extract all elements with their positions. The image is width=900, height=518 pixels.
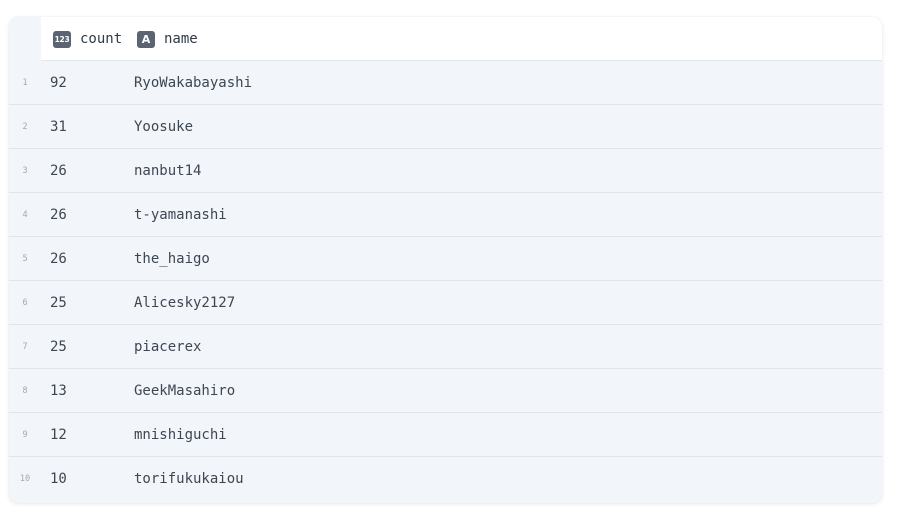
count-cell[interactable]: 92: [50, 61, 67, 105]
row-number: 6: [22, 298, 28, 308]
name-cell[interactable]: Alicesky2127: [134, 281, 235, 325]
row-number: 8: [22, 386, 28, 396]
name-cell[interactable]: GeekMasahiro: [134, 369, 235, 413]
row-number: 7: [22, 342, 28, 352]
text-type-icon: A: [137, 30, 155, 48]
table-body: 1 92 RyoWakabayashi 2 31 Yoosuke 3 26 na…: [9, 61, 882, 501]
table-row[interactable]: 3 26 nanbut14: [9, 149, 882, 193]
number-type-icon: 123: [53, 30, 71, 48]
count-cell[interactable]: 26: [50, 193, 67, 237]
name-cell[interactable]: t-yamanashi: [134, 193, 227, 237]
name-cell[interactable]: torifukukaiou: [134, 457, 244, 501]
row-number: 4: [22, 210, 28, 220]
column-header-name[interactable]: A name: [137, 17, 198, 61]
count-cell[interactable]: 26: [50, 149, 67, 193]
count-cell[interactable]: 10: [50, 457, 67, 501]
row-number: 2: [22, 122, 28, 132]
row-number: 10: [19, 474, 31, 484]
table-row[interactable]: 2 31 Yoosuke: [9, 105, 882, 149]
table-row[interactable]: 9 12 mnishiguchi: [9, 413, 882, 457]
row-number: 3: [22, 166, 28, 176]
count-cell[interactable]: 26: [50, 237, 67, 281]
table-row[interactable]: 4 26 t-yamanashi: [9, 193, 882, 237]
column-label-count: count: [80, 31, 123, 47]
table-row[interactable]: 8 13 GeekMasahiro: [9, 369, 882, 413]
row-number-header: [9, 17, 41, 61]
count-cell[interactable]: 13: [50, 369, 67, 413]
column-header-count[interactable]: 123 count: [53, 17, 122, 61]
name-cell[interactable]: mnishiguchi: [134, 413, 227, 457]
column-label-name: name: [164, 31, 198, 47]
count-cell[interactable]: 25: [50, 325, 67, 369]
row-number: 1: [22, 78, 28, 88]
count-cell[interactable]: 12: [50, 413, 67, 457]
table-row[interactable]: 1 92 RyoWakabayashi: [9, 61, 882, 105]
name-cell[interactable]: Yoosuke: [134, 105, 193, 149]
name-cell[interactable]: the_haigo: [134, 237, 210, 281]
table-header: 123 count A name: [9, 17, 882, 61]
name-cell[interactable]: piacerex: [134, 325, 201, 369]
count-cell[interactable]: 25: [50, 281, 67, 325]
row-number: 9: [22, 430, 28, 440]
name-cell[interactable]: nanbut14: [134, 149, 201, 193]
name-cell[interactable]: RyoWakabayashi: [134, 61, 252, 105]
table-row[interactable]: 6 25 Alicesky2127: [9, 281, 882, 325]
count-cell[interactable]: 31: [50, 105, 67, 149]
table-row[interactable]: 7 25 piacerex: [9, 325, 882, 369]
results-table: 123 count A name 1 92 RyoWakabayashi 2 3…: [9, 17, 882, 503]
table-row[interactable]: 10 10 torifukukaiou: [9, 457, 882, 501]
table-row[interactable]: 5 26 the_haigo: [9, 237, 882, 281]
row-number: 5: [22, 254, 28, 264]
